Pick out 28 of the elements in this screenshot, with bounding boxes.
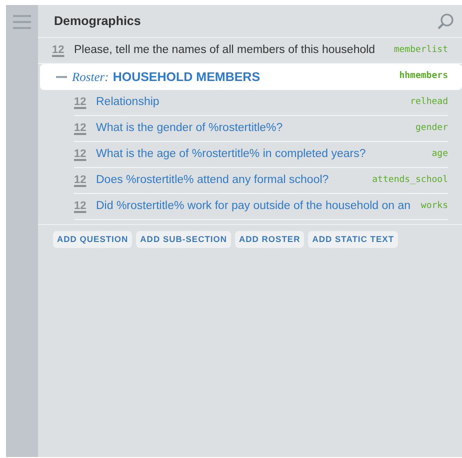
search-icon[interactable] [437, 12, 454, 30]
question-number: 12 [74, 121, 88, 136]
question-number: 12 [74, 173, 88, 188]
question-text[interactable]: Relationship [96, 94, 406, 112]
menu-icon[interactable] [13, 15, 31, 29]
variable-name: age [432, 148, 448, 161]
question-number: 12 [52, 43, 66, 58]
variable-name: relhead [410, 96, 448, 109]
question-number: 12 [74, 199, 88, 214]
question-text[interactable]: Does %rostertitle% attend any formal school? [96, 172, 368, 190]
roster-row[interactable]: Roster: HOUSEHOLD MEMBERS hhmembers [40, 64, 462, 90]
add-button[interactable]: ADD QUESTION [53, 231, 132, 248]
variable-name: attends_school [372, 174, 448, 187]
roster-title: Roster: HOUSEHOLD MEMBERS [72, 68, 262, 86]
question-number: 12 [74, 147, 88, 162]
question-text[interactable]: Please, tell me the names of all members of this household [74, 42, 390, 60]
add-button[interactable]: ADD SUB-SECTION [136, 231, 232, 248]
variable-name: gender [415, 122, 448, 135]
add-button[interactable]: ADD ROSTER [235, 231, 304, 248]
question-text[interactable]: What is the age of %rostertitle% in completed years? [96, 146, 428, 164]
section-title: Demographics [54, 12, 141, 30]
add-button[interactable]: ADD STATIC TEXT [308, 231, 398, 248]
variable-name: hhmembers [399, 70, 448, 84]
question-text[interactable]: What is the gender of %rostertitle%? [96, 120, 412, 138]
variable-name: memberlist [394, 44, 448, 57]
question-number: 12 [74, 95, 88, 110]
question-text[interactable]: Did %rostertitle% work for pay outside of the household on an [96, 198, 417, 216]
variable-name: works [420, 200, 448, 213]
